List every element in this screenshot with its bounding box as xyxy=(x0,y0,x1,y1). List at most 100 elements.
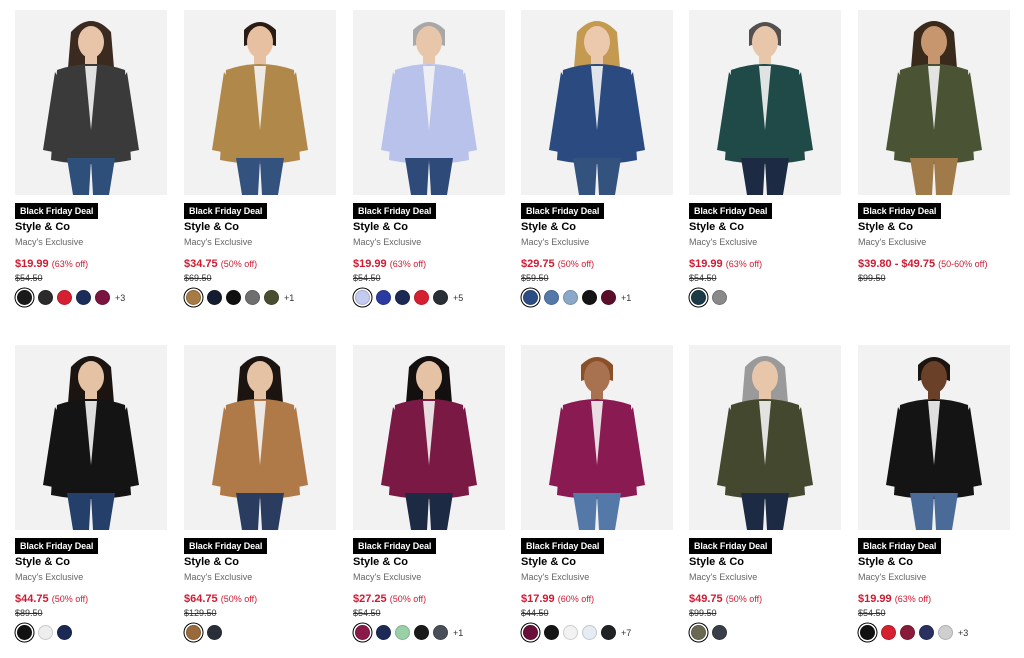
black-friday-deal-badge: Black Friday Deal xyxy=(521,203,605,219)
color-swatch[interactable] xyxy=(38,625,53,640)
color-swatch[interactable] xyxy=(186,290,201,305)
product-image[interactable] xyxy=(689,345,841,530)
product-image[interactable] xyxy=(15,10,167,195)
color-swatch[interactable] xyxy=(881,625,896,640)
original-price: $129.50 xyxy=(184,608,217,618)
more-colors-count[interactable]: +5 xyxy=(453,293,463,303)
product-brand[interactable]: Style & Co xyxy=(858,556,913,568)
color-swatches: +3 xyxy=(858,625,968,640)
product-brand[interactable]: Style & Co xyxy=(353,556,408,568)
color-swatch[interactable] xyxy=(57,625,72,640)
color-swatch[interactable] xyxy=(900,625,915,640)
product-brand[interactable]: Style & Co xyxy=(689,556,744,568)
color-swatch[interactable] xyxy=(95,290,110,305)
product-brand[interactable]: Style & Co xyxy=(15,221,70,233)
product-image[interactable] xyxy=(858,10,1010,195)
color-swatch[interactable] xyxy=(38,290,53,305)
product-grid: Black Friday Deal Style & Co Macy's Excl… xyxy=(0,0,1024,658)
product-card[interactable]: Black Friday Deal Style & Co Macy's Excl… xyxy=(521,345,673,640)
product-image[interactable] xyxy=(353,10,505,195)
color-swatch[interactable] xyxy=(712,625,727,640)
color-swatch[interactable] xyxy=(414,290,429,305)
more-colors-count[interactable]: +3 xyxy=(115,293,125,303)
color-swatch[interactable] xyxy=(544,625,559,640)
color-swatch[interactable] xyxy=(395,625,410,640)
color-swatch[interactable] xyxy=(433,290,448,305)
product-brand[interactable]: Style & Co xyxy=(689,221,744,233)
product-image[interactable] xyxy=(521,10,673,195)
more-colors-count[interactable]: +1 xyxy=(453,628,463,638)
color-swatch[interactable] xyxy=(226,290,241,305)
product-image[interactable] xyxy=(184,10,336,195)
product-card[interactable]: Black Friday Deal Style & Co Macy's Excl… xyxy=(521,10,673,305)
product-brand[interactable]: Style & Co xyxy=(353,221,408,233)
color-swatch[interactable] xyxy=(919,625,934,640)
product-card[interactable]: Black Friday Deal Style & Co Macy's Excl… xyxy=(184,10,336,305)
product-card[interactable]: Black Friday Deal Style & Co Macy's Excl… xyxy=(15,10,167,305)
color-swatch[interactable] xyxy=(414,625,429,640)
color-swatch[interactable] xyxy=(523,290,538,305)
more-colors-count[interactable]: +3 xyxy=(958,628,968,638)
product-image[interactable] xyxy=(353,345,505,530)
original-price: $54.50 xyxy=(858,608,886,618)
product-card[interactable]: Black Friday Deal Style & Co Macy's Excl… xyxy=(353,10,505,305)
color-swatch[interactable] xyxy=(376,625,391,640)
color-swatch[interactable] xyxy=(376,290,391,305)
product-card[interactable]: Black Friday Deal Style & Co Macy's Excl… xyxy=(689,345,841,640)
color-swatch[interactable] xyxy=(582,290,597,305)
color-swatch[interactable] xyxy=(355,290,370,305)
color-swatch[interactable] xyxy=(563,625,578,640)
more-colors-count[interactable]: +1 xyxy=(621,293,631,303)
product-brand[interactable]: Style & Co xyxy=(858,221,913,233)
color-swatch[interactable] xyxy=(938,625,953,640)
product-brand[interactable]: Style & Co xyxy=(521,556,576,568)
sale-price: $34.75 (50% off) xyxy=(184,258,257,270)
color-swatch[interactable] xyxy=(433,625,448,640)
color-swatch[interactable] xyxy=(17,290,32,305)
product-brand[interactable]: Style & Co xyxy=(184,556,239,568)
product-image[interactable] xyxy=(689,10,841,195)
color-swatch[interactable] xyxy=(17,625,32,640)
color-swatch[interactable] xyxy=(207,290,222,305)
product-card[interactable]: Black Friday Deal Style & Co Macy's Excl… xyxy=(689,10,841,305)
more-colors-count[interactable]: +1 xyxy=(284,293,294,303)
sale-price-value: $27.25 xyxy=(353,593,387,605)
color-swatches: +1 xyxy=(184,290,294,305)
color-swatch[interactable] xyxy=(395,290,410,305)
product-image[interactable] xyxy=(184,345,336,530)
color-swatch[interactable] xyxy=(601,290,616,305)
product-card[interactable]: Black Friday Deal Style & Co Macy's Excl… xyxy=(858,345,1010,640)
product-image[interactable] xyxy=(15,345,167,530)
color-swatch[interactable] xyxy=(264,290,279,305)
product-image[interactable] xyxy=(858,345,1010,530)
color-swatch[interactable] xyxy=(563,290,578,305)
color-swatches: +5 xyxy=(353,290,463,305)
color-swatch[interactable] xyxy=(544,290,559,305)
more-colors-count[interactable]: +7 xyxy=(621,628,631,638)
color-swatch[interactable] xyxy=(601,625,616,640)
color-swatch[interactable] xyxy=(582,625,597,640)
product-brand[interactable]: Style & Co xyxy=(521,221,576,233)
color-swatch[interactable] xyxy=(523,625,538,640)
discount-percent: (63% off) xyxy=(894,594,932,604)
color-swatch[interactable] xyxy=(712,290,727,305)
color-swatch[interactable] xyxy=(691,625,706,640)
original-price: $44.50 xyxy=(521,608,549,618)
product-brand[interactable]: Style & Co xyxy=(15,556,70,568)
product-card[interactable]: Black Friday Deal Style & Co Macy's Excl… xyxy=(15,345,167,640)
product-card[interactable]: Black Friday Deal Style & Co Macy's Excl… xyxy=(353,345,505,640)
product-brand[interactable]: Style & Co xyxy=(184,221,239,233)
color-swatch[interactable] xyxy=(691,290,706,305)
product-card[interactable]: Black Friday Deal Style & Co Macy's Excl… xyxy=(858,10,1010,283)
color-swatch[interactable] xyxy=(355,625,370,640)
sale-price-value: $64.75 xyxy=(184,593,218,605)
color-swatch[interactable] xyxy=(186,625,201,640)
color-swatch[interactable] xyxy=(76,290,91,305)
product-card[interactable]: Black Friday Deal Style & Co Macy's Excl… xyxy=(184,345,336,640)
exclusive-label: Macy's Exclusive xyxy=(689,237,758,247)
color-swatch[interactable] xyxy=(860,625,875,640)
color-swatch[interactable] xyxy=(57,290,72,305)
product-image[interactable] xyxy=(521,345,673,530)
color-swatch[interactable] xyxy=(207,625,222,640)
color-swatch[interactable] xyxy=(245,290,260,305)
